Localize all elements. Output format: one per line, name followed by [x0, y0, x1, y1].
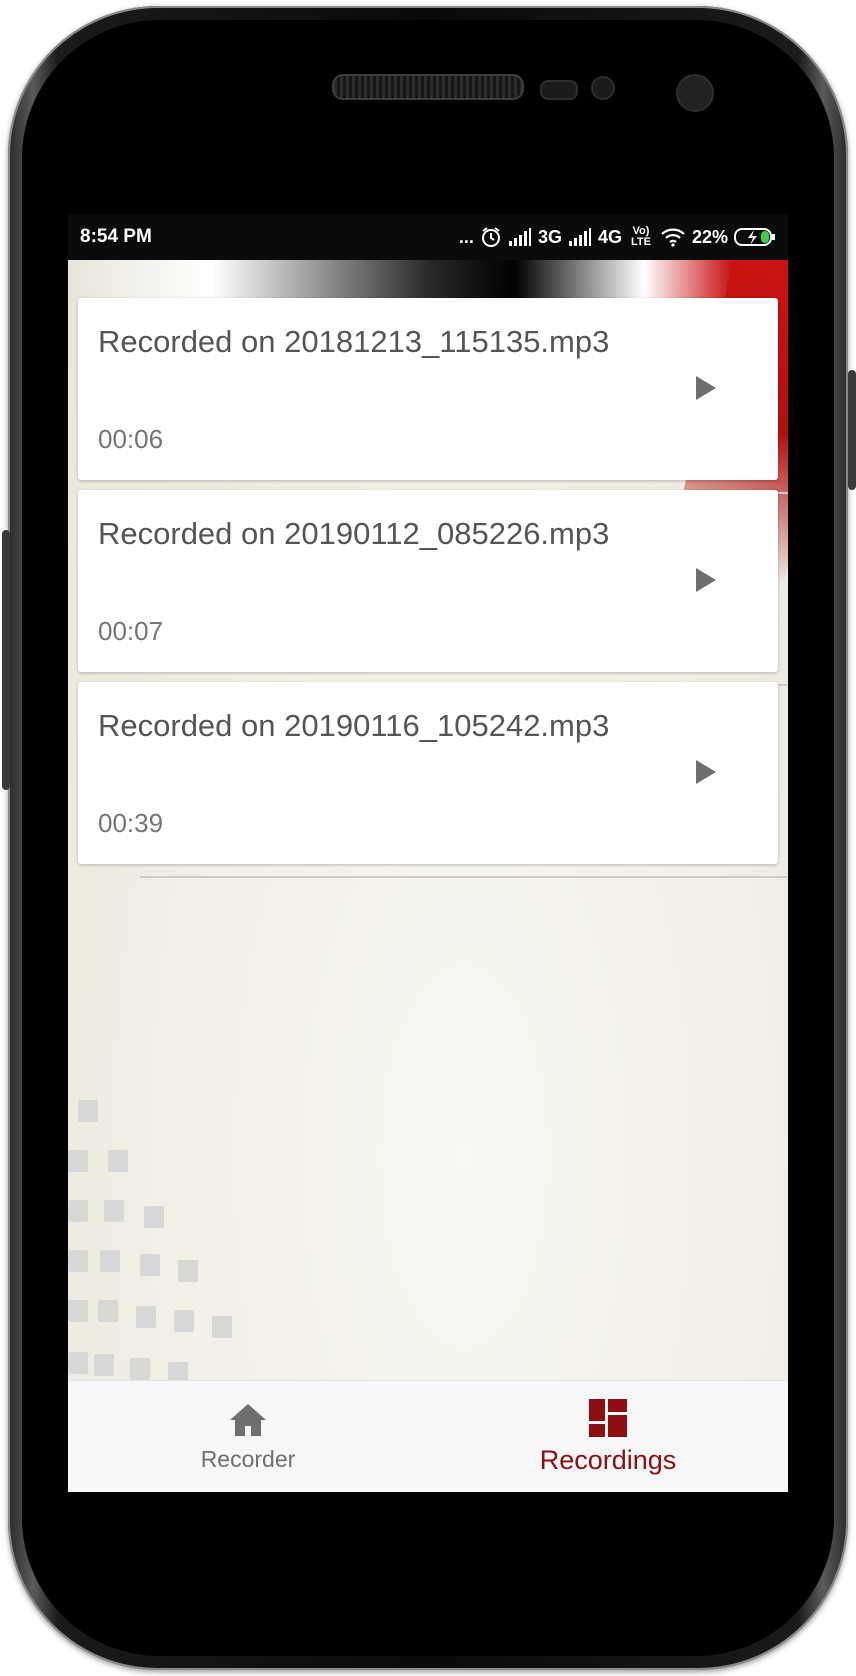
- network-4g: 4G: [597, 226, 622, 247]
- nav-recordings[interactable]: Recordings: [428, 1381, 788, 1492]
- side-button-left: [2, 530, 10, 790]
- background-banner: [68, 260, 788, 300]
- recording-title: Recorded on 20181213_115135.mp3: [98, 324, 610, 359]
- signal-icon: [508, 227, 532, 247]
- recording-duration: 00:39: [98, 808, 164, 838]
- alarm-icon: [480, 226, 502, 248]
- status-icons: ... 3G 4G Vo) LTE 22%: [459, 226, 776, 248]
- wifi-icon: [660, 227, 686, 247]
- recording-card[interactable]: Recorded on 20190116_105242.mp3 00:39: [78, 682, 778, 864]
- more-notifications: ...: [458, 226, 474, 247]
- background-square-pattern: [68, 1100, 288, 1380]
- nav-recordings-label: Recordings: [539, 1444, 677, 1475]
- recording-card[interactable]: Recorded on 20190112_085226.mp3 00:07: [78, 490, 778, 672]
- bottom-navigation: Recorder Recordings: [68, 1380, 788, 1492]
- recording-duration: 00:06: [98, 424, 164, 454]
- recordings-list-area[interactable]: Recorded on 20181213_115135.mp3 00:06 Re…: [68, 260, 788, 1380]
- side-button-right: [848, 370, 856, 490]
- front-camera: [676, 74, 714, 112]
- network-3g: 3G: [537, 226, 562, 247]
- earpiece-speaker: [332, 74, 524, 100]
- signal-icon-2: [568, 227, 592, 247]
- recording-duration: 00:07: [98, 616, 164, 646]
- play-button[interactable]: [686, 560, 726, 600]
- recording-title: Recorded on 20190112_085226.mp3: [98, 516, 610, 551]
- battery-percent: 22%: [691, 226, 728, 247]
- recording-title: Recorded on 20190116_105242.mp3: [98, 708, 610, 743]
- screen: 8:54 PM ... 3G 4G Vo) LTE 22% Recorded o…: [68, 214, 788, 1492]
- nav-recorder-label: Recorder: [200, 1445, 296, 1472]
- recording-card[interactable]: Recorded on 20181213_115135.mp3 00:06: [78, 298, 778, 480]
- play-icon: [696, 568, 716, 592]
- play-icon: [696, 376, 716, 400]
- status-time: 8:54 PM: [80, 226, 152, 247]
- light-sensor: [591, 76, 615, 100]
- dashboard-icon: [589, 1398, 627, 1437]
- status-bar: 8:54 PM ... 3G 4G Vo) LTE 22%: [68, 214, 788, 260]
- volte-badge: Vo) LTE: [630, 225, 651, 248]
- play-button[interactable]: [686, 368, 726, 408]
- battery-charging-icon: [734, 227, 776, 247]
- home-icon: [230, 1403, 266, 1436]
- divider: [140, 876, 788, 878]
- proximity-sensor: [540, 80, 578, 100]
- nav-recorder[interactable]: Recorder: [68, 1381, 428, 1492]
- play-icon: [696, 760, 716, 784]
- play-button[interactable]: [686, 752, 726, 792]
